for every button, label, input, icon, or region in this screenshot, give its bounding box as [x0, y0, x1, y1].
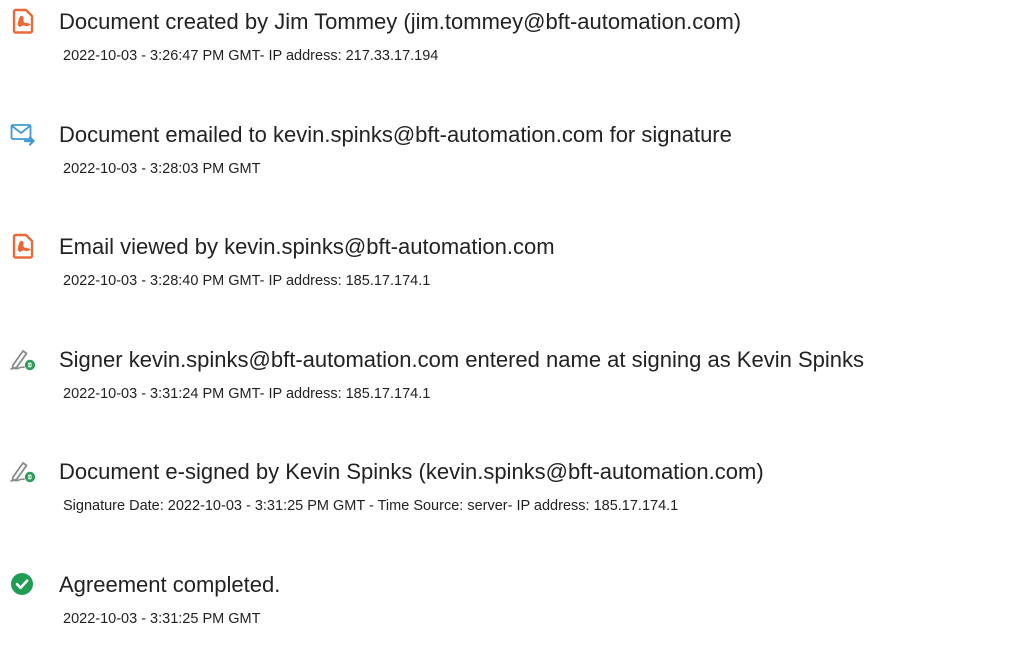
audit-event: Document emailed to kevin.spinks@bft-aut…	[10, 121, 1030, 211]
audit-event: Document e-signed by Kevin Spinks (kevin…	[10, 458, 1030, 548]
email-sent-icon	[10, 121, 36, 147]
event-title: Document emailed to kevin.spinks@bft-aut…	[59, 122, 732, 147]
check-circle-icon	[10, 571, 36, 597]
event-detail: 2022-10-03 - 3:26:47 PM GMT- IP address:…	[63, 48, 439, 64]
audit-event: Document created by Jim Tommey (jim.tomm…	[10, 8, 1030, 98]
event-detail: 2022-10-03 - 3:31:25 PM GMT	[63, 611, 261, 627]
event-detail: 2022-10-03 - 3:28:40 PM GMT- IP address:…	[63, 273, 431, 289]
event-detail: 2022-10-03 - 3:31:24 PM GMT- IP address:…	[63, 386, 431, 402]
pdf-document-icon	[10, 8, 36, 34]
audit-event: Signer kevin.spinks@bft-automation.com e…	[10, 346, 1030, 436]
event-title: Document created by Jim Tommey (jim.tomm…	[59, 9, 742, 34]
event-detail: 2022-10-03 - 3:28:03 PM GMT	[63, 161, 261, 177]
audit-event: Email viewed by kevin.spinks@bft-automat…	[10, 233, 1030, 323]
event-title: Document e-signed by Kevin Spinks (kevin…	[59, 459, 764, 484]
signature-pen-icon	[10, 458, 36, 484]
event-title: Signer kevin.spinks@bft-automation.com e…	[59, 347, 864, 372]
event-title: Agreement completed.	[59, 572, 281, 597]
event-detail: Signature Date: 2022-10-03 - 3:31:25 PM …	[63, 498, 679, 514]
signature-pen-icon	[10, 346, 36, 372]
pdf-document-icon	[10, 233, 36, 259]
event-title: Email viewed by kevin.spinks@bft-automat…	[59, 234, 555, 259]
audit-event: Agreement completed. 2022-10-03 - 3:31:2…	[10, 571, 1030, 661]
